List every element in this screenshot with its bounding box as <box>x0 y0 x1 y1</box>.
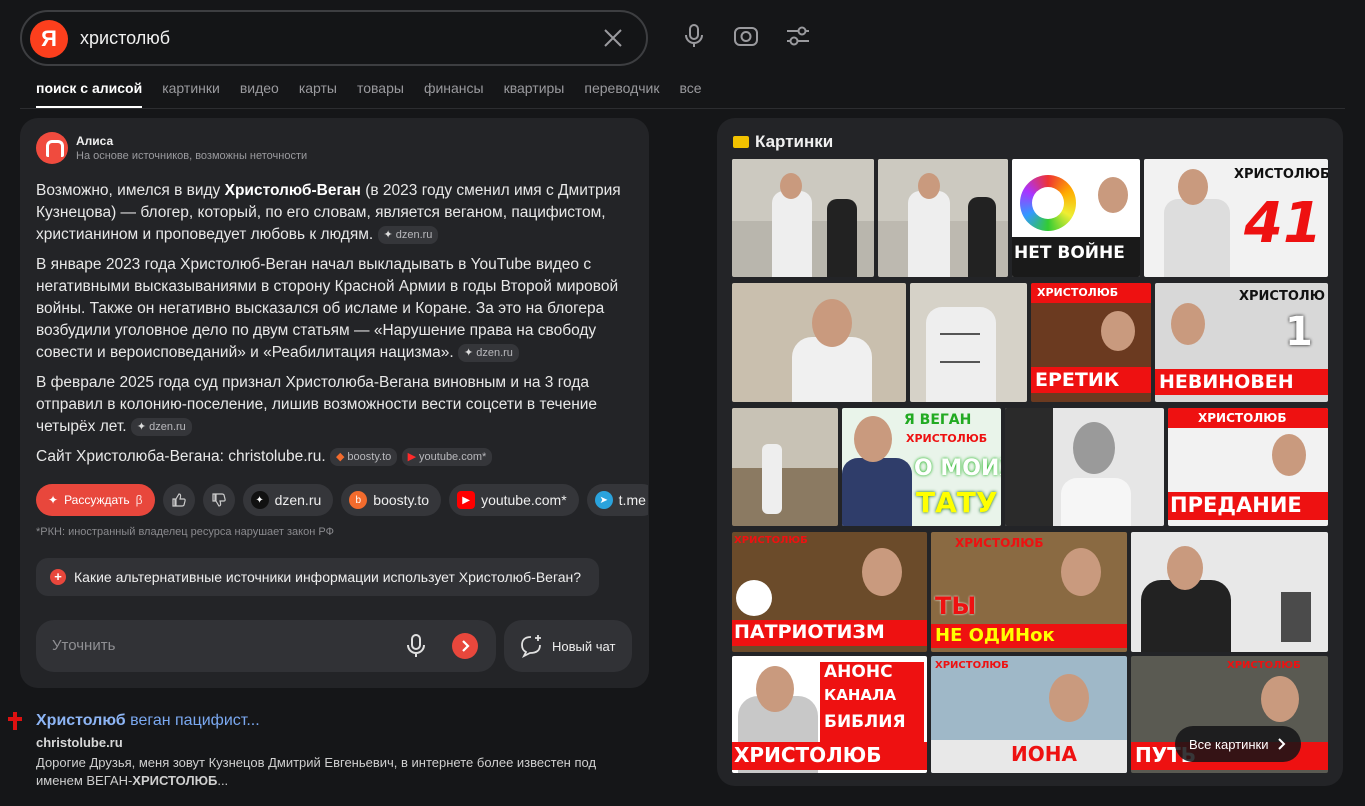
tab-maps[interactable]: карты <box>299 80 337 96</box>
dzen-icon: ✦ <box>250 491 269 509</box>
refine-placeholder: Уточнить <box>52 637 116 654</box>
image-thumbnail[interactable] <box>1005 408 1164 526</box>
source-chip-youtube[interactable]: ▶ youtube.com* <box>449 484 579 516</box>
tab-images[interactable]: картинки <box>162 80 220 96</box>
alice-name: Алиса <box>76 134 114 148</box>
source-badge[interactable]: ✦ dzen.ru <box>458 344 519 362</box>
tab-alice-search[interactable]: поиск с алисой <box>36 80 143 108</box>
alice-answer-card: Алиса На основе источников, возможны нет… <box>20 118 649 688</box>
search-tabs: поиск с алисой картинки видео карты това… <box>36 80 722 108</box>
answer-actions: ✦ Рассуждать β ✦ dzen.ru b boosty.to ▶ yout… <box>36 484 648 516</box>
thumbs-up-icon[interactable] <box>162 484 195 516</box>
images-title[interactable]: Картинки <box>733 132 833 152</box>
image-thumbnail[interactable]: ХРИСТОЛЮБ ТЫ НЕ ОДИНок <box>931 532 1127 652</box>
source-chip-telegram[interactable]: ➤ t.me <box>586 484 648 516</box>
plus-icon: + <box>50 569 66 585</box>
source-chip-boosty[interactable]: b boosty.to <box>341 484 442 516</box>
rkn-footnote: *РКН: иностранный владелец ресурса наруш… <box>36 526 334 538</box>
microphone-icon[interactable] <box>402 632 430 660</box>
tab-translator[interactable]: переводчик <box>584 80 659 96</box>
image-thumbnail[interactable] <box>732 283 906 402</box>
result-snippet: Дорогие Друзья, меня зовут Кузнецов Дмит… <box>36 755 597 788</box>
image-thumbnail[interactable]: ХРИСТОЛЮБ ЕРЕТИК <box>1031 283 1151 402</box>
source-chip-dzen[interactable]: ✦ dzen.ru <box>242 484 334 516</box>
filters-icon[interactable] <box>784 22 812 50</box>
site-favicon <box>8 712 22 730</box>
answer-highlight: Христолюб-Веган <box>224 182 361 199</box>
source-badge[interactable]: ✦ dzen.ru <box>130 418 192 436</box>
answer-paragraph-4: Сайт Христолюба-Вегана: christolube.ru. … <box>36 446 636 468</box>
telegram-icon: ➤ <box>594 491 613 509</box>
image-thumbnail[interactable]: ХРИСТОЛЮ 1 НЕВИНОВЕН <box>1155 283 1328 402</box>
chevron-right-icon <box>462 640 470 652</box>
alice-logo-icon <box>36 132 68 164</box>
image-thumbnail[interactable]: НЕТ ВОЙНЕ <box>1012 159 1140 277</box>
boosty-icon: b <box>349 491 368 509</box>
source-badge[interactable]: ✦ dzen.ru <box>377 226 439 244</box>
result-url[interactable]: christolube.ru <box>36 735 123 750</box>
tab-apartments[interactable]: квартиры <box>504 80 565 96</box>
all-images-button[interactable]: Все картинки <box>1175 726 1301 762</box>
image-thumbnail[interactable] <box>732 408 838 526</box>
new-chat-icon <box>521 635 541 659</box>
tab-all[interactable]: все <box>679 80 701 96</box>
image-thumbnail[interactable]: Я ВЕГАН ХРИСТОЛЮБ О МОИХ ТАТУ <box>842 408 1001 526</box>
new-chat-button[interactable]: Новый чат <box>504 620 632 672</box>
camera-search-icon[interactable] <box>732 22 760 50</box>
image-thumbnail[interactable] <box>910 283 1027 402</box>
image-thumbnail[interactable]: ХРИСТОЛЮБ 41 <box>1144 159 1328 277</box>
send-button[interactable] <box>452 633 478 659</box>
microphone-icon[interactable] <box>680 22 708 50</box>
image-thumbnail[interactable] <box>878 159 1008 277</box>
reason-button[interactable]: ✦ Рассуждать β <box>36 484 155 516</box>
search-bar[interactable]: Я христолюб <box>20 10 648 66</box>
answer-paragraph-2: В январе 2023 года Христолюб-Веган начал… <box>36 256 619 362</box>
sparkle-icon: ✦ <box>48 493 59 507</box>
search-input[interactable]: христолюб <box>80 28 170 49</box>
youtube-icon: ▶ <box>457 491 476 509</box>
result-title-link[interactable]: Христолюб веган пацифист... <box>36 712 260 730</box>
source-badge-boosty[interactable]: ◆ boosty.to <box>329 448 398 466</box>
thumbs-down-icon[interactable] <box>202 484 235 516</box>
image-thumbnail[interactable]: ХРИСТОЛЮБ ПАТРИОТИЗМ <box>732 532 927 652</box>
images-panel: Картинки НЕТ ВОЙНЕ ХРИСТОЛЮБ 41 ХРИСТОЛЮ… <box>717 118 1343 786</box>
image-thumbnail[interactable] <box>1131 532 1328 652</box>
tab-finance[interactable]: финансы <box>424 80 484 96</box>
close-icon[interactable] <box>600 25 626 51</box>
image-thumbnail[interactable]: ХРИСТОЛЮБ ПРЕДАНИЕ <box>1168 408 1328 526</box>
tab-products[interactable]: товары <box>357 80 404 96</box>
image-thumbnail[interactable] <box>732 159 874 277</box>
images-flag-icon <box>733 136 749 148</box>
yandex-logo[interactable]: Я <box>30 20 68 58</box>
image-thumbnail[interactable]: АНОНС КАНАЛА БИБЛИЯ ХРИСТОЛЮБ <box>732 656 927 773</box>
answer-paragraph-1: Возможно, имелся в виду Христолюб-Веган … <box>36 182 621 244</box>
image-thumbnail[interactable]: ХРИСТОЛЮБ ИОНА <box>931 656 1127 773</box>
divider <box>20 108 1345 109</box>
tab-video[interactable]: видео <box>240 80 279 96</box>
source-badge-youtube[interactable]: ▶ youtube.com* <box>401 448 493 466</box>
chevron-right-icon <box>1277 738 1285 750</box>
alice-disclaimer: На основе источников, возможны неточност… <box>76 150 308 162</box>
refine-input[interactable]: Уточнить <box>36 620 496 672</box>
suggested-question[interactable]: + Какие альтернативные источники информа… <box>36 558 599 596</box>
answer-paragraph-3: В феврале 2025 года суд признал Христолю… <box>36 374 598 436</box>
